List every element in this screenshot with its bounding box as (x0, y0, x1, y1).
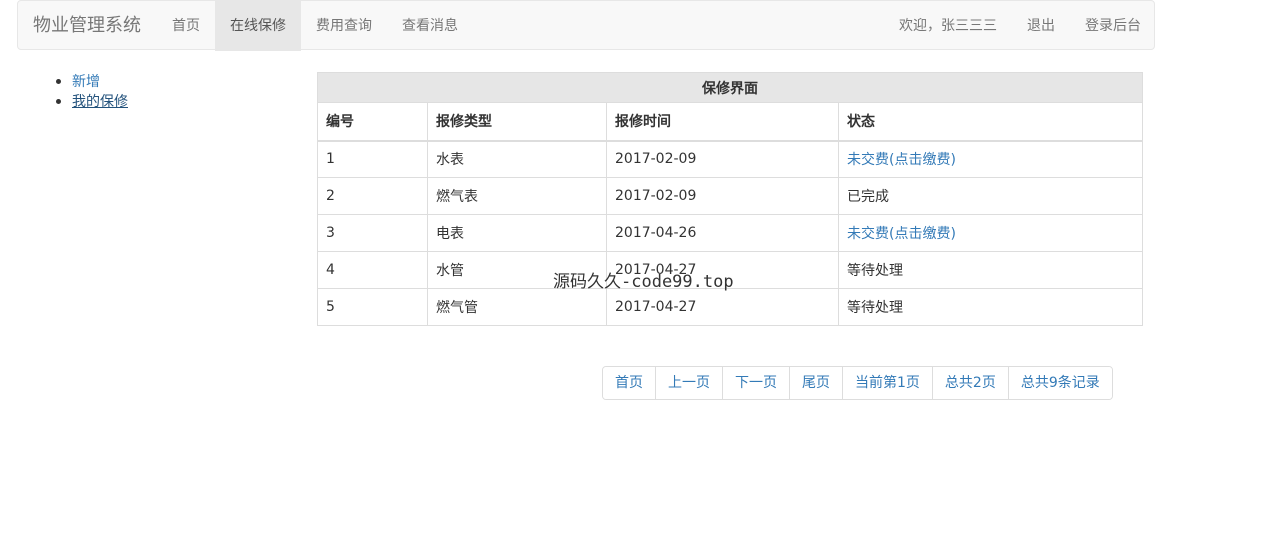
table-caption: 保修界面 (317, 72, 1143, 103)
sidebar-item-my-repairs: 我的保修 (54, 92, 128, 112)
sidebar-menu: 新增 我的保修 (54, 72, 128, 112)
table-row: 2 燃气表 2017-02-09 已完成 (317, 177, 1143, 215)
my-repairs-link[interactable]: 我的保修 (72, 94, 128, 110)
header-time: 报修时间 (606, 102, 839, 142)
pay-link[interactable]: 未交费(点击缴费) (847, 226, 956, 242)
add-link[interactable]: 新增 (72, 74, 100, 90)
header-id: 编号 (317, 102, 428, 142)
first-page-button[interactable]: 首页 (603, 367, 655, 399)
cell-time: 2017-02-09 (606, 140, 839, 178)
current-page-indicator: 当前第1页 (842, 367, 932, 399)
cell-status: 等待处理 (838, 288, 1143, 326)
nav-fee-query[interactable]: 费用查询 (301, 1, 387, 51)
total-records-indicator: 总共9条记录 (1007, 367, 1112, 399)
next-page-button[interactable]: 下一页 (722, 367, 789, 399)
user-nav: 欢迎，张三三三 退出 登录后台 (884, 1, 1156, 51)
nav-home[interactable]: 首页 (157, 1, 215, 51)
cell-time: 2017-04-27 (606, 288, 839, 326)
nav-online-repair[interactable]: 在线保修 (215, 1, 301, 51)
nav-messages[interactable]: 查看消息 (387, 1, 473, 51)
cell-status: 已完成 (838, 177, 1143, 215)
table-caption-row: 保修界面 (317, 72, 1143, 103)
cell-status: 未交费(点击缴费) (838, 140, 1143, 178)
cell-id: 5 (317, 288, 428, 326)
pagination: 首页 上一页 下一页 尾页 当前第1页 总共2页 总共9条记录 (602, 366, 1113, 400)
pay-link[interactable]: 未交费(点击缴费) (847, 152, 956, 168)
table-row: 3 电表 2017-04-26 未交费(点击缴费) (317, 214, 1143, 252)
cell-id: 4 (317, 251, 428, 289)
cell-time: 2017-02-09 (606, 177, 839, 215)
cell-id: 2 (317, 177, 428, 215)
prev-page-button[interactable]: 上一页 (655, 367, 722, 399)
cell-type: 电表 (427, 214, 607, 252)
cell-status: 等待处理 (838, 251, 1143, 289)
top-navbar: 物业管理系统 首页 在线保修 费用查询 查看消息 欢迎，张三三三 退出 登录后台 (17, 0, 1156, 51)
sidebar-item-add: 新增 (54, 72, 128, 92)
cell-type: 燃气管 (427, 288, 607, 326)
cell-type: 水表 (427, 140, 607, 178)
table-row: 5 燃气管 2017-04-27 等待处理 (317, 288, 1143, 326)
total-pages-indicator: 总共2页 (931, 367, 1008, 399)
cell-type: 燃气表 (427, 177, 607, 215)
main-nav: 首页 在线保修 费用查询 查看消息 (157, 1, 473, 51)
bullet-icon (56, 99, 61, 104)
brand-title[interactable]: 物业管理系统 (33, 1, 141, 51)
bullet-icon (56, 79, 61, 84)
table-header-row: 编号 报修类型 报修时间 状态 (317, 102, 1143, 142)
cell-id: 1 (317, 140, 428, 178)
welcome-user[interactable]: 欢迎，张三三三 (884, 1, 1012, 51)
cell-time: 2017-04-26 (606, 214, 839, 252)
header-status: 状态 (838, 102, 1143, 142)
admin-login-link[interactable]: 登录后台 (1070, 1, 1156, 51)
logout-link[interactable]: 退出 (1012, 1, 1070, 51)
table-row: 1 水表 2017-02-09 未交费(点击缴费) (317, 140, 1143, 178)
header-type: 报修类型 (427, 102, 607, 142)
cell-status: 未交费(点击缴费) (838, 214, 1143, 252)
last-page-button[interactable]: 尾页 (789, 367, 842, 399)
cell-id: 3 (317, 214, 428, 252)
watermark-text: 源码久久-code99.top (553, 272, 734, 292)
